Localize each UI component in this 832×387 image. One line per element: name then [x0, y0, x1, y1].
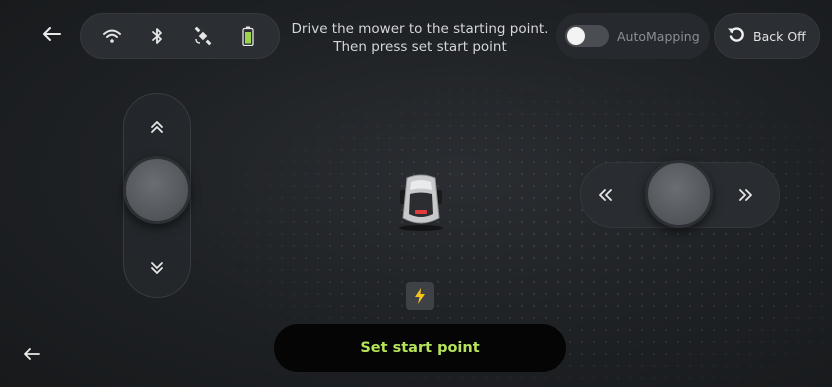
back-off-label: Back Off — [753, 28, 806, 44]
instruction-line-2: Then press set start point — [333, 39, 507, 55]
back-off-button[interactable]: Back Off — [714, 13, 820, 59]
vertical-joystick-knob[interactable] — [123, 156, 191, 224]
automapping-control: AutoMapping — [556, 13, 710, 59]
instruction-line-1: Drive the mower to the starting point. — [291, 21, 549, 37]
horizontal-joystick-knob[interactable] — [645, 160, 713, 228]
double-chevron-up-icon[interactable] — [146, 116, 168, 138]
double-chevron-down-icon[interactable] — [146, 257, 168, 279]
undo-icon — [727, 25, 745, 47]
status-bar — [80, 13, 280, 59]
back-arrow-icon[interactable] — [40, 22, 64, 46]
set-start-point-label: Set start point — [360, 340, 480, 356]
wifi-icon — [99, 23, 125, 49]
battery-icon — [235, 23, 261, 49]
mower-icon — [395, 170, 447, 232]
charging-station-icon — [406, 282, 434, 310]
double-chevron-left-icon[interactable] — [594, 184, 616, 206]
automapping-label: AutoMapping — [617, 28, 700, 44]
toggle-knob — [567, 27, 585, 45]
double-chevron-right-icon[interactable] — [735, 184, 757, 206]
bluetooth-icon — [144, 23, 170, 49]
instruction-text: Drive the mower to the starting point. T… — [290, 20, 550, 56]
satellite-icon — [190, 23, 216, 49]
automapping-toggle[interactable] — [565, 25, 609, 47]
back-arrow-bottom-icon[interactable] — [20, 342, 44, 366]
set-start-point-button[interactable]: Set start point — [274, 324, 566, 372]
